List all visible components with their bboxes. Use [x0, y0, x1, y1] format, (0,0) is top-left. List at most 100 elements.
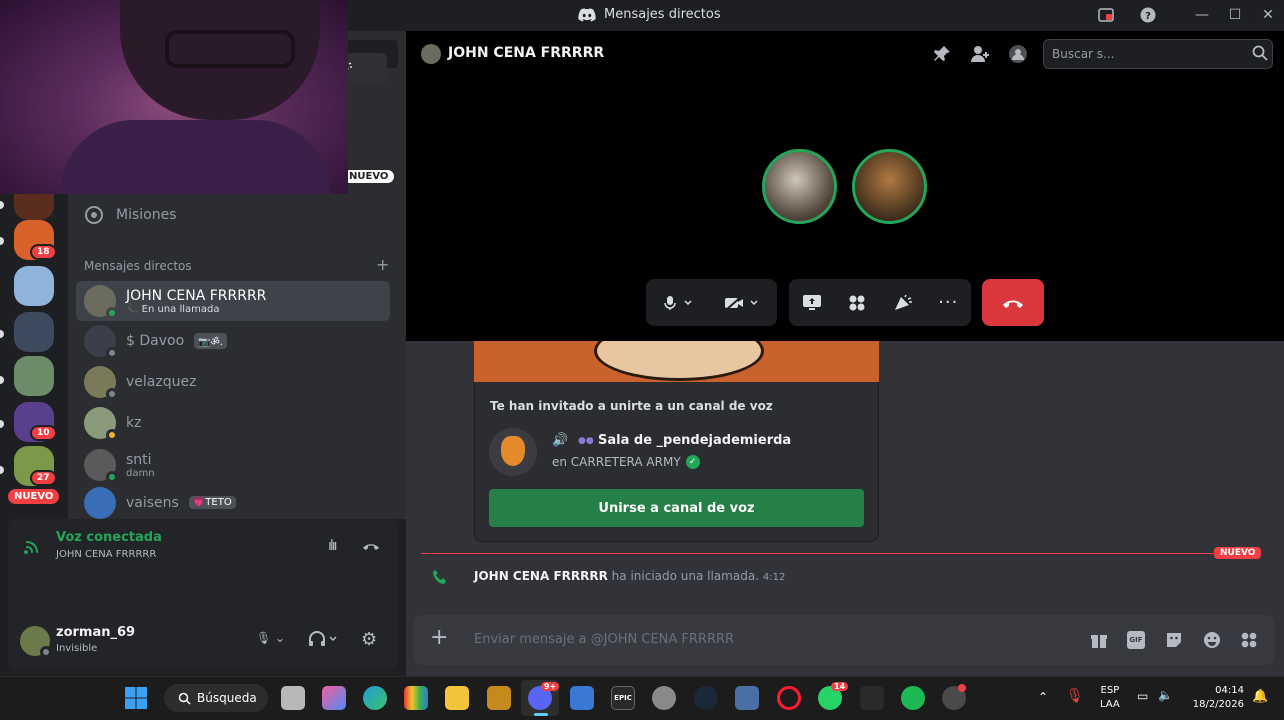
discord-icon	[578, 7, 596, 21]
svg-text:?: ?	[1145, 11, 1151, 22]
app-icon[interactable]	[860, 686, 884, 710]
webcam-glasses	[165, 30, 295, 68]
avatar[interactable]	[20, 626, 52, 658]
gif-icon[interactable]: GIF	[1127, 631, 1145, 649]
dm-tag: 📷ॐ.	[194, 333, 227, 349]
mic-icon[interactable]: 🎙 ⌄	[256, 631, 285, 645]
chevron-up-icon[interactable]: ⌃	[1038, 690, 1048, 704]
emoji-icon[interactable]	[1203, 631, 1221, 653]
hang-up-button[interactable]	[982, 279, 1044, 326]
call-participant-avatar[interactable]	[852, 149, 927, 224]
new-badge: NUEVO	[343, 170, 395, 183]
dm-name: $ Davoo	[126, 333, 185, 349]
join-voice-button[interactable]: Unirse a canal de voz	[489, 489, 864, 527]
taskbar-search[interactable]: Búsqueda	[164, 684, 268, 712]
voice-status[interactable]: Voz conectada	[56, 530, 162, 545]
dm-name: snti	[126, 451, 152, 468]
avatar	[84, 325, 118, 359]
attach-plus-icon[interactable]: +	[430, 627, 448, 649]
profile-icon[interactable]	[1008, 44, 1028, 68]
message-input[interactable]: Enviar mensaje a @JOHN CENA FRRRRR	[474, 632, 734, 647]
dm-name: velazquez	[126, 374, 197, 390]
edge-icon[interactable]	[363, 686, 387, 710]
call-system-message: JOHN CENA FRRRRR ha iniciado una llamada…	[474, 569, 786, 583]
compass-icon	[85, 206, 103, 224]
winrar-icon[interactable]	[404, 686, 428, 710]
apps-icon[interactable]	[1240, 631, 1258, 653]
settings-icon[interactable]	[652, 686, 676, 710]
dm-item[interactable]: vaisens 💗TETO	[76, 486, 390, 519]
activities-button[interactable]	[835, 279, 879, 326]
network-icon[interactable]: ▭	[1137, 689, 1148, 703]
user-panel	[8, 611, 398, 669]
window-title: Mensajes directos	[578, 7, 721, 22]
create-dm-icon[interactable]: +	[376, 255, 389, 274]
new-servers-badge[interactable]: NUEVO	[8, 489, 60, 504]
file-explorer-icon[interactable]	[445, 686, 469, 710]
dm-name: vaisens	[126, 494, 179, 511]
server-icon[interactable]	[14, 312, 54, 352]
add-friends-icon[interactable]	[970, 44, 990, 68]
spotify-icon[interactable]	[901, 686, 925, 710]
dm-name: JOHN CENA FRRRRR	[126, 287, 267, 304]
missions-item[interactable]: Misiones	[80, 200, 398, 230]
store-icon[interactable]	[570, 686, 594, 710]
microphone-icon[interactable]: 🎙	[1066, 688, 1084, 704]
username[interactable]: zorman_69	[56, 625, 135, 640]
dm-item[interactable]: JOHN CENA FRRRRR 📞 En una llamada	[76, 281, 390, 321]
dm-tag: 💗TETO	[188, 496, 236, 509]
noise-suppression-icon[interactable]: ılıı	[328, 538, 337, 554]
call-participant-avatar[interactable]	[762, 149, 837, 224]
running-indicator	[534, 713, 548, 716]
phone-icon	[432, 569, 448, 589]
dm-item[interactable]: snti damn	[76, 445, 390, 485]
minimize-button[interactable]: —	[1188, 3, 1216, 27]
notifications-bell-icon[interactable]: 🔔	[1252, 689, 1268, 704]
task-view-icon[interactable]	[281, 686, 305, 710]
headphones-icon[interactable]	[308, 631, 338, 651]
message-author[interactable]: JOHN CENA FRRRRR	[474, 569, 608, 583]
disconnect-icon[interactable]	[362, 538, 380, 557]
server-icon[interactable]	[14, 266, 54, 306]
dm-item[interactable]: $ Davoo 📷ॐ.	[76, 321, 390, 361]
language-indicator[interactable]: ESP LAA	[1100, 684, 1120, 712]
invite-heading: Te han invitado a unirte a un canal de v…	[490, 399, 773, 413]
dm-item[interactable]: kz	[76, 403, 390, 443]
notification-dot	[958, 684, 966, 692]
app-icon[interactable]	[487, 686, 511, 710]
help-icon[interactable]: ?	[1134, 3, 1162, 27]
voice-channel-name[interactable]: Sala de _pendejademierda	[598, 433, 791, 448]
pin-icon[interactable]	[932, 44, 952, 68]
maximize-button[interactable]: ☐	[1221, 3, 1249, 27]
sticker-icon[interactable]	[1165, 631, 1183, 653]
camera-toggle-button[interactable]	[710, 279, 774, 326]
settings-gear-icon[interactable]: ⚙	[361, 629, 377, 650]
epic-games-icon[interactable]: EPIC	[611, 686, 635, 710]
app-icon[interactable]	[735, 686, 759, 710]
dm-item[interactable]: velazquez	[76, 362, 390, 402]
call-actions: ···	[789, 279, 971, 326]
search-input[interactable]: Buscar s...	[1043, 39, 1273, 69]
dm-title[interactable]: JOHN CENA FRRRRR	[448, 45, 604, 61]
soundboard-button[interactable]	[881, 279, 925, 326]
opera-icon[interactable]	[777, 686, 801, 710]
missions-label: Misiones	[116, 207, 177, 223]
more-options-icon[interactable]: ···	[926, 279, 970, 326]
gift-icon[interactable]	[1090, 631, 1108, 653]
signal-icon[interactable]	[24, 537, 42, 559]
server-icon[interactable]	[14, 356, 54, 396]
dm-header: Mensajes directos	[84, 259, 192, 273]
dm-status: 📞 En una llamada	[126, 303, 220, 315]
mic-toggle-button[interactable]	[646, 279, 710, 326]
volume-icon[interactable]: 🔈	[1158, 688, 1173, 702]
copilot-icon[interactable]	[322, 686, 346, 710]
inbox-icon[interactable]	[1092, 3, 1120, 27]
invite-server: en CARRETERA ARMY ✓	[552, 455, 700, 469]
close-button[interactable]: ✕	[1254, 3, 1282, 27]
clock[interactable]: 04:14 18/2/2026	[1190, 684, 1244, 712]
avatar	[421, 44, 441, 64]
steam-icon[interactable]	[694, 686, 718, 710]
windows-start-icon[interactable]	[124, 686, 148, 714]
dm-status: damn	[126, 467, 155, 479]
screen-share-button[interactable]	[790, 279, 834, 326]
